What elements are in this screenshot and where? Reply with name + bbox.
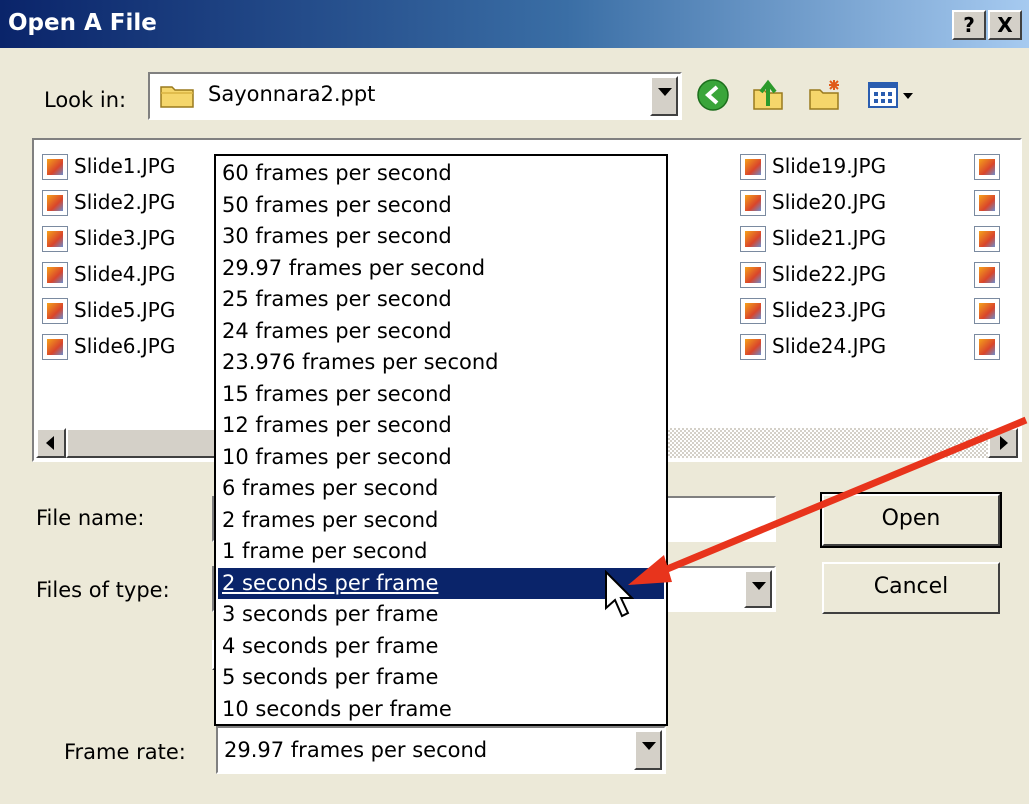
frame-rate-dropdown-list[interactable]: 60 frames per second 50 frames per second… [214,154,668,726]
look-in-dropdown-button[interactable] [650,76,678,116]
frame-rate-value: 29.97 frames per second [224,738,488,762]
frame-rate-option[interactable]: 1 frame per second [218,536,664,567]
jpg-file-icon [974,190,1000,216]
back-icon[interactable] [696,78,730,112]
scroll-left-button[interactable] [36,428,66,458]
frame-rate-option[interactable]: 3 seconds per frame [218,599,664,630]
frame-rate-option[interactable]: 60 frames per second [218,158,664,189]
frame-rate-option[interactable]: 15 frames per second [218,379,664,410]
jpg-file-icon [974,334,1000,360]
folder-icon [160,86,194,108]
open-file-dialog: Open A File ? X Look in: Sayonnara2.ppt [0,0,1029,804]
window-title: Open A File [8,10,157,36]
frame-rate-dropdown-button[interactable] [634,730,662,770]
new-folder-icon[interactable] [808,78,842,112]
jpg-file-icon [974,154,1000,180]
jpg-file-icon [740,298,766,324]
jpg-file-icon [42,226,68,252]
frame-rate-option[interactable]: 24 frames per second [218,316,664,347]
help-button[interactable]: ? [952,10,986,40]
jpg-file-icon [740,262,766,288]
frame-rate-option[interactable]: 12 frames per second [218,410,664,441]
frame-rate-combo[interactable]: 29.97 frames per second [216,726,666,774]
mouse-cursor-icon [605,570,634,618]
view-menu-icon[interactable] [866,78,916,112]
jpg-file-icon [974,298,1000,324]
frame-rate-option[interactable]: 2 seconds per frame [218,567,664,599]
frame-rate-option[interactable]: 6 frames per second [218,473,664,504]
jpg-file-icon [42,334,68,360]
frame-rate-option[interactable]: 5 seconds per frame [218,662,664,693]
file-name-label: File name: [36,506,145,530]
open-button[interactable]: Open [820,492,1002,548]
frame-rate-option[interactable]: 2 frames per second [218,505,664,536]
look-in-label: Look in: [44,88,127,112]
jpg-file-icon [42,262,68,288]
jpg-file-icon [974,262,1000,288]
jpg-file-icon [740,334,766,360]
frame-rate-option[interactable]: 25 frames per second [218,284,664,315]
frame-rate-option[interactable]: 29.97 frames per second [218,253,664,284]
files-of-type-label: Files of type: [36,578,170,602]
jpg-file-icon [42,190,68,216]
look-in-combo[interactable]: Sayonnara2.ppt [148,72,682,120]
frame-rate-option[interactable]: 23.976 frames per second [218,347,664,378]
jpg-file-icon [42,154,68,180]
jpg-file-icon [740,226,766,252]
jpg-file-icon [740,154,766,180]
frame-rate-label: Frame rate: [64,740,186,764]
scroll-right-button[interactable] [988,428,1018,458]
frame-rate-option[interactable]: 10 frames per second [218,442,664,473]
jpg-file-icon [740,190,766,216]
close-button[interactable]: X [988,10,1022,40]
frame-rate-option[interactable]: 50 frames per second [218,190,664,221]
jpg-file-icon [42,298,68,324]
up-folder-icon[interactable] [752,78,786,112]
frame-rate-option[interactable]: 4 seconds per frame [218,631,664,662]
frame-rate-option[interactable]: 10 seconds per frame [218,694,664,725]
title-bar[interactable]: Open A File ? X [0,0,1029,48]
frame-rate-option[interactable]: 30 frames per second [218,221,664,252]
jpg-file-icon [974,226,1000,252]
files-of-type-dropdown-button[interactable] [744,570,772,608]
look-in-value: Sayonnara2.ppt [208,82,376,106]
scroll-thumb[interactable] [66,428,226,458]
cancel-button[interactable]: Cancel [822,562,1000,614]
